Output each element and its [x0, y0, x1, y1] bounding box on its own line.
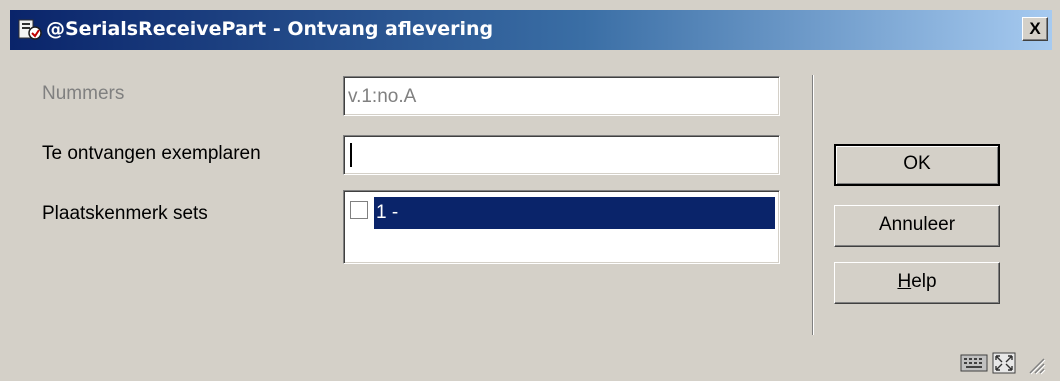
nummers-field: v.1:no.A: [343, 76, 780, 116]
text-caret: [350, 143, 352, 167]
size-grip-icon[interactable]: [1024, 353, 1046, 380]
exemplaren-label: Te ontvangen exemplaren: [42, 143, 261, 164]
keyboard-icon[interactable]: [960, 353, 988, 378]
app-icon: [16, 16, 44, 44]
help-label-rest: elp: [911, 271, 937, 292]
help-accelerator: H: [897, 271, 912, 292]
help-button[interactable]: Help: [834, 262, 1000, 304]
sets-listbox[interactable]: 1 -: [343, 190, 780, 264]
nummers-label: Nummers: [42, 83, 125, 104]
list-item[interactable]: 1 -: [350, 197, 775, 229]
window-title: @SerialsReceivePart - Ontvang aflevering: [46, 18, 494, 40]
ok-button[interactable]: OK: [834, 144, 1000, 186]
set-item-label: 1 -: [376, 202, 399, 223]
set-checkbox[interactable]: [350, 201, 368, 219]
nummers-value: v.1:no.A: [348, 86, 417, 107]
cancel-button[interactable]: Annuleer: [834, 205, 1000, 247]
title-bar[interactable]: @SerialsReceivePart - Ontvang aflevering…: [10, 10, 1052, 50]
dialog-window: @SerialsReceivePart - Ontvang aflevering…: [0, 0, 1060, 381]
vertical-divider: [812, 75, 814, 335]
status-bar-icons: [960, 351, 1050, 375]
exemplaren-input[interactable]: [343, 135, 780, 175]
sets-label: Plaatskenmerk sets: [42, 203, 208, 224]
resize-window-icon[interactable]: [992, 352, 1016, 379]
selected-row-highlight: [374, 197, 775, 229]
close-button[interactable]: X: [1022, 17, 1048, 41]
